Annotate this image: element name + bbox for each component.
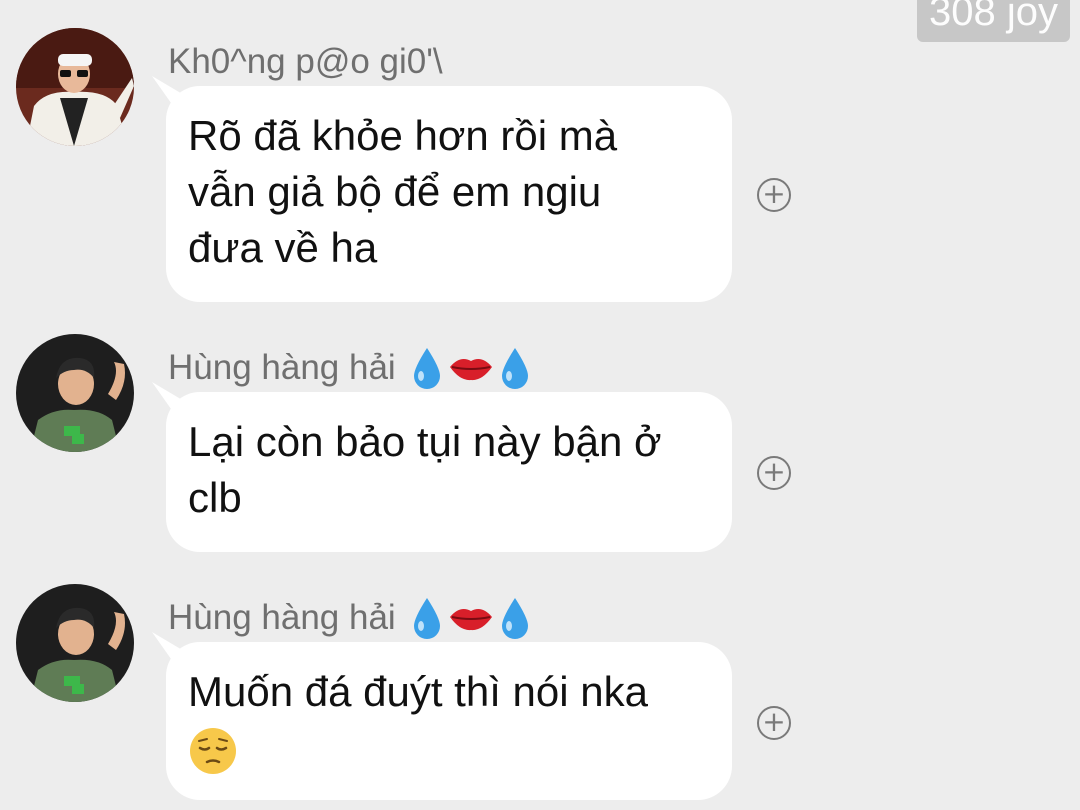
- sender-emoji-group: [410, 346, 536, 390]
- lips-icon: [449, 609, 492, 631]
- message-line: clb: [188, 474, 242, 521]
- add-reaction-button[interactable]: +: [757, 178, 791, 212]
- sender-name: Hùng hàng hải: [168, 596, 536, 640]
- droplet-icon: [501, 598, 528, 639]
- lips-icon: [449, 359, 492, 381]
- watermark: 308 joy: [917, 0, 1070, 42]
- message-line: vẫn giả bộ để em ngiu: [188, 168, 602, 215]
- pensive-face-icon: [190, 727, 236, 774]
- sender-name: Hùng hàng hải: [168, 346, 536, 390]
- droplet-icon: [501, 348, 528, 389]
- sender-name-text: Hùng hàng hải: [168, 598, 396, 637]
- droplet-icon: [413, 598, 440, 639]
- sender-name-text: Kh0^ng p@o gi0'\: [168, 42, 443, 81]
- add-reaction-button[interactable]: +: [757, 706, 791, 740]
- avatar[interactable]: [16, 28, 134, 146]
- avatar[interactable]: [16, 334, 134, 452]
- sender-name: Kh0^ng p@o gi0'\: [168, 42, 443, 82]
- avatar[interactable]: [16, 584, 134, 702]
- message-line: Rõ đã khỏe hơn rồi mà: [188, 112, 618, 159]
- message-line: [188, 720, 710, 776]
- message-bubble[interactable]: Rõ đã khỏe hơn rồi mà vẫn giả bộ để em n…: [166, 86, 732, 302]
- message-line: Muốn đá đuýt thì nói nka: [188, 668, 648, 715]
- message-bubble[interactable]: Muốn đá đuýt thì nói nka: [166, 642, 732, 800]
- droplet-icon: [413, 348, 440, 389]
- message-line: Lại còn bảo tụi này bận ở: [188, 418, 662, 465]
- sender-name-text: Hùng hàng hải: [168, 348, 396, 387]
- message-line: đưa về ha: [188, 224, 378, 271]
- sender-emoji-group: [410, 596, 536, 640]
- message-bubble[interactable]: Lại còn bảo tụi này bận ở clb: [166, 392, 732, 552]
- add-reaction-button[interactable]: +: [757, 456, 791, 490]
